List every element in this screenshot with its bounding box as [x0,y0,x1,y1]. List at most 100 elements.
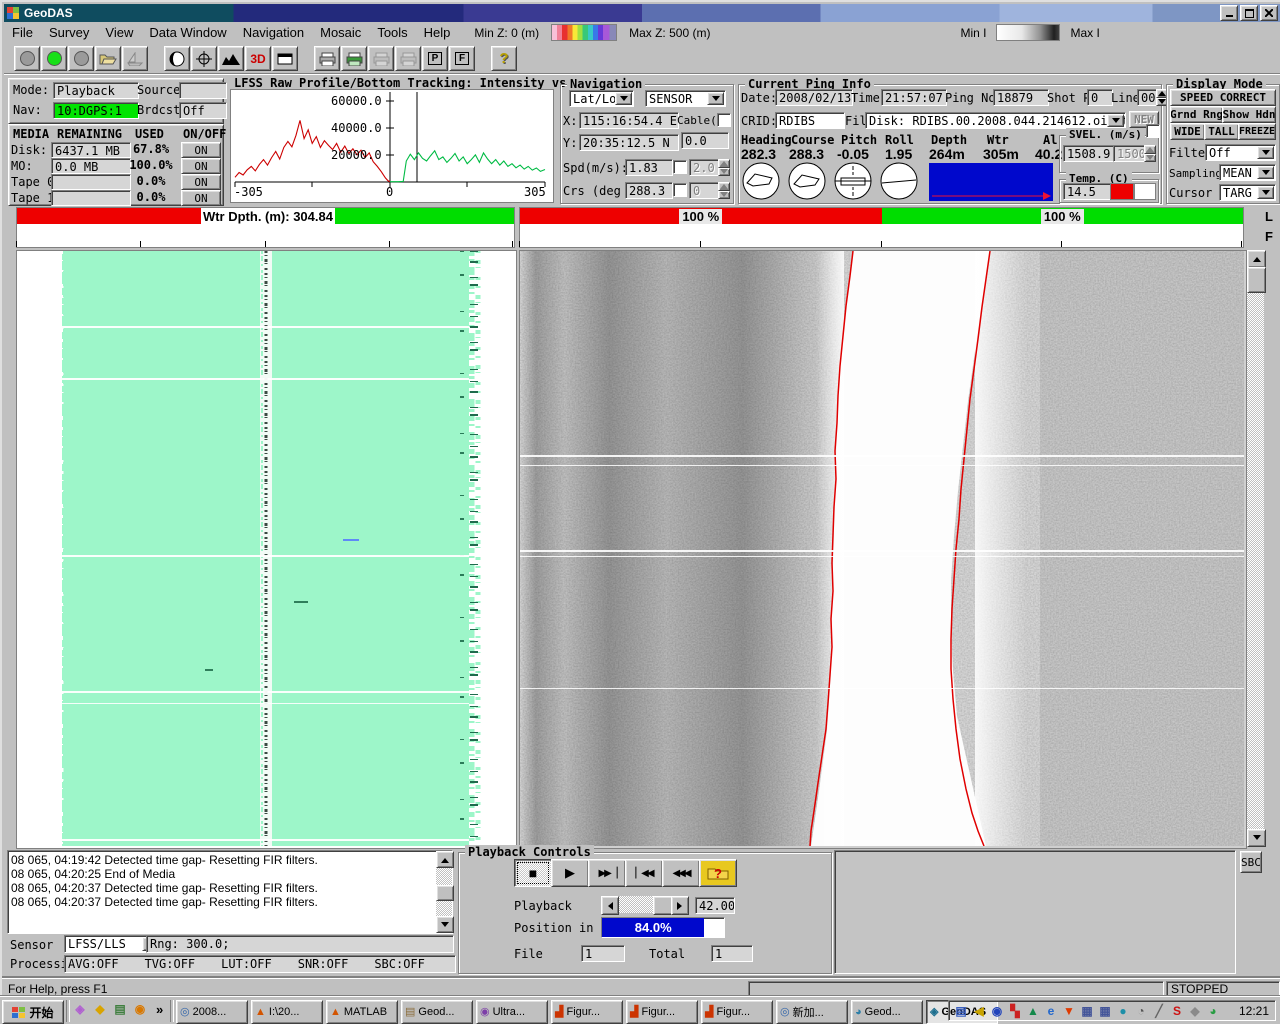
seafloor-button[interactable] [218,46,244,71]
fast-rewind-button[interactable]: ◀◀◀ [662,859,700,887]
menu-item[interactable]: Data Window [141,25,234,40]
menu-item[interactable]: Navigation [235,25,312,40]
task-figure-3[interactable]: ▟ Figur... [701,1000,773,1024]
start-button[interactable]: 开始 [2,1000,64,1024]
task-figure-2[interactable]: ▟ Figur... [626,1000,698,1024]
play-button[interactable]: ▶ [551,859,589,887]
task-ultraedit[interactable]: ◉ Ultra... [476,1000,548,1024]
svel-field[interactable]: 1508.9 [1063,145,1115,162]
scrollbar-thumb[interactable] [436,885,454,901]
wide-button[interactable]: WIDE [1170,123,1205,140]
sbc-button[interactable]: SBC [1240,851,1262,873]
globe-icon[interactable]: ● [1115,1003,1131,1019]
target-button[interactable] [191,46,217,71]
print-preview-button[interactable] [368,46,394,71]
playback-speed-field[interactable]: 42.00 [695,897,735,914]
network-offline2-icon[interactable]: ▦ [1097,1003,1113,1019]
waterfall-scrollbar[interactable] [1247,250,1264,847]
spd-override-checkbox[interactable] [673,160,687,174]
scrollbar-thumb[interactable] [653,896,673,915]
media-on-button[interactable]: ON [181,158,221,174]
browser-icon[interactable]: e [1043,1003,1059,1019]
task-geodas-2[interactable]: ◕ Geod... [851,1000,923,1024]
menu-item[interactable]: Tools [369,25,415,40]
crid-field[interactable]: RDIBS [775,112,845,129]
power-icon[interactable]: ▼ [1061,1003,1077,1019]
port-sonar-image[interactable] [17,251,514,846]
print-setup-button[interactable] [395,46,421,71]
brdcst-field[interactable]: Off [179,102,227,119]
cable-value-field[interactable]: 0.0 [681,132,729,149]
chevron-down-icon[interactable] [1107,114,1124,127]
sound-manager-icon[interactable]: S [1169,1003,1185,1019]
globe-button[interactable] [164,46,190,71]
scheduler-icon[interactable]: ◔ [1133,1003,1149,1019]
display-settings-icon[interactable]: ▤ [953,1003,969,1019]
chevron-down-icon[interactable] [1257,166,1274,179]
mode-field[interactable]: Playback [53,82,139,99]
ping-no-field[interactable]: 18879 [993,89,1049,106]
media-on-button[interactable]: ON [181,142,221,158]
task-figure-1[interactable]: ▟ Figur... [551,1000,623,1024]
time-field[interactable]: 21:57:07 [881,89,947,106]
scanner-icon[interactable]: ◉ [989,1003,1005,1019]
print-p-button[interactable]: P [422,46,448,71]
task-matlab[interactable]: ▲ MATLAB [326,1000,398,1024]
shot-field[interactable]: 0 [1087,89,1113,106]
window-layout-button[interactable] [272,46,298,71]
date-field[interactable]: 2008/02/13 [775,89,853,106]
pen-icon[interactable]: ╱ [1151,1003,1167,1019]
message-log[interactable]: 08 065, 04:19:42 Detected time gap- Rese… [7,850,453,934]
restore-button[interactable] [1240,5,1258,21]
clip-icon[interactable]: ◆ [1187,1003,1203,1019]
quick-desktop-icon[interactable]: ◈ [72,1001,88,1017]
help-button[interactable]: ? [491,46,517,71]
crs-field[interactable]: 288.3 [625,182,673,199]
volume-icon[interactable]: ◀ [971,1003,987,1019]
scroll-down-button[interactable] [1247,829,1266,847]
temp-field[interactable]: 14.5 [1063,183,1111,200]
chevron-down-icon[interactable] [1257,146,1274,159]
task-geodas-doc[interactable]: ▤ Geod... [401,1000,473,1024]
grnd-rng-button[interactable]: Grnd Rng [1170,106,1223,123]
print-color-button[interactable] [341,46,367,71]
file-combo[interactable]: Disk: RDIBS.00.2008.044.214612.oic.tmp [865,112,1126,129]
speed-correct-button[interactable]: SPEED CORRECT [1170,89,1276,106]
scroll-up-button[interactable] [436,851,454,868]
total-files-field[interactable]: 1 [711,945,753,962]
crs-spinner[interactable] [718,182,730,199]
y-coordinate-field[interactable]: 20:35:12.5 N [579,134,679,151]
task-2008[interactable]: ◎ 2008... [176,1000,248,1024]
acquire-start-button[interactable] [41,46,67,71]
port-waterfall-panel[interactable] [16,250,517,849]
network-offline-icon[interactable]: ▦ [1079,1003,1095,1019]
coord-format-combo[interactable]: Lat/Lon [569,90,634,107]
quick-player-icon[interactable]: ◉ [132,1001,148,1017]
chevron-down-icon[interactable] [615,92,632,105]
open-file-button[interactable] [95,46,121,71]
menu-item[interactable]: View [97,25,141,40]
scroll-left-button[interactable] [601,896,619,915]
eye-icon[interactable]: ◕ [1205,1003,1221,1019]
view-3d-button[interactable]: 3D [245,46,271,71]
survey-ship-button[interactable] [122,46,148,71]
standby-button[interactable] [14,46,40,71]
playback-speed-scrollbar[interactable] [601,896,689,913]
menu-item[interactable]: Mosaic [312,25,369,40]
source-field[interactable] [179,82,227,99]
print-button[interactable] [314,46,340,71]
menu-item[interactable]: Help [416,25,459,40]
show-hdn-button[interactable]: Show Hdn [1222,106,1276,123]
menu-item[interactable]: Survey [41,25,97,40]
sidescan-sonar-image[interactable] [520,251,1244,846]
filter-combo[interactable]: Off [1205,144,1276,161]
fast-forward-button[interactable]: ▶▶▕ [588,859,626,887]
cable-checkbox[interactable] [717,113,731,127]
record-button[interactable] [68,46,94,71]
x-coordinate-field[interactable]: 115:16:54.4 E [579,112,679,129]
spd-spinner[interactable] [718,159,730,176]
nav-source-field[interactable]: 10:DGPS:1 [53,102,139,119]
log-scrollbar[interactable] [436,851,452,933]
quick-launch-overflow[interactable]: » [156,1002,163,1017]
spd-field[interactable]: 1.83 [625,159,673,176]
